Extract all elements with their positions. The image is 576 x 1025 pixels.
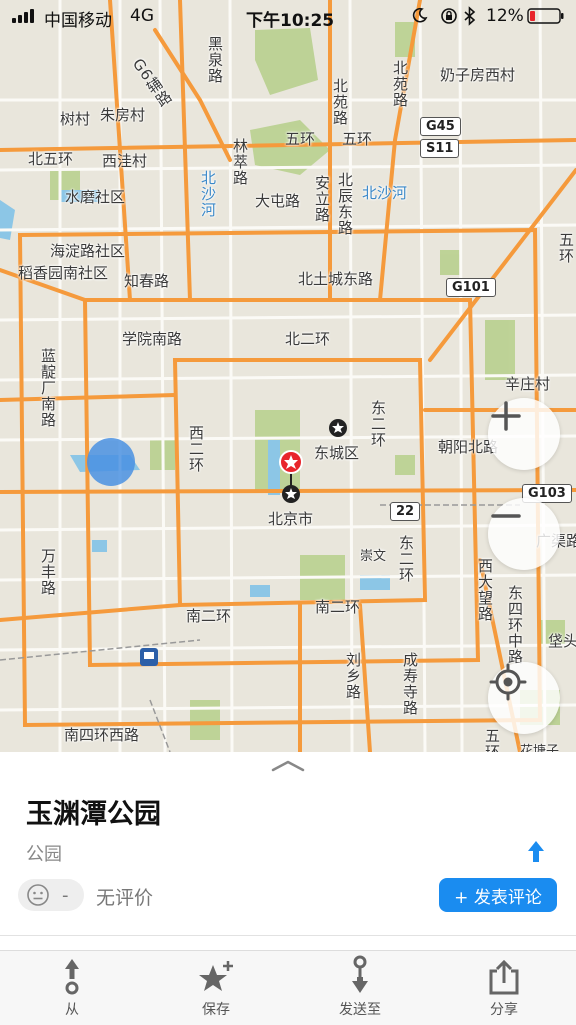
sheet-handle[interactable]	[270, 758, 306, 778]
map-label: 稻香园南社区	[18, 264, 109, 282]
map-label: 东四环中路	[506, 585, 524, 665]
map-label: 知春路	[124, 272, 170, 290]
road-shield: 22	[390, 502, 421, 521]
map-label: 南二环	[315, 598, 361, 616]
map-label: 东城区	[314, 444, 360, 462]
road-shield: S11	[420, 139, 460, 158]
arrow-up-icon	[528, 841, 544, 862]
map-view[interactable]: 黑泉路 奶子房西村 G6辅路 朱房村 树村 北苑路 北苑路 五环 五环 北五环 …	[0, 0, 576, 752]
map-label: 五环	[483, 728, 501, 752]
directions-button[interactable]	[524, 838, 548, 870]
rotation-lock-icon	[440, 7, 458, 30]
map-label: 花塘子	[520, 744, 560, 752]
battery-percent: 12%	[486, 6, 524, 26]
signal-icon	[12, 9, 34, 23]
current-location-dot	[87, 438, 135, 486]
map-label: 成寿寺路	[401, 652, 419, 716]
action-tab-bar: 从 保存 发送至 分享	[0, 950, 576, 1025]
place-sheet: 玉渊潭公园 公园 - 无评价 + 发表评论	[0, 752, 576, 950]
place-category: 公园	[26, 844, 62, 865]
tab-label: 从	[65, 1002, 79, 1018]
road-shield: G45	[420, 117, 461, 136]
map-label: 东二环	[369, 400, 387, 448]
plus-icon	[491, 401, 521, 431]
map-label: 南四环西路	[64, 726, 140, 744]
minus-icon	[491, 514, 521, 518]
locate-me-button[interactable]	[488, 662, 560, 734]
rating-text: 无评价	[96, 887, 154, 909]
map-label: 学院南路	[122, 330, 183, 348]
write-review-button[interactable]: + 发表评论	[439, 878, 557, 912]
map-label: 海淀路社区	[50, 242, 126, 260]
map-label: 蓝靛厂南路	[39, 348, 57, 428]
place-title: 玉渊潭公园	[26, 799, 161, 830]
road-shield: G101	[446, 278, 496, 297]
divider	[0, 935, 576, 936]
tab-from[interactable]: 从	[0, 951, 144, 1025]
map-label: 朱房村	[100, 106, 146, 124]
map-label: 五环	[285, 130, 316, 148]
map-label: 五环	[342, 130, 373, 148]
map-label: 万丰路	[39, 548, 57, 596]
map-label: 大屯路	[255, 192, 301, 210]
map-label: 北土城东路	[298, 270, 374, 288]
network-type: 4G	[130, 6, 154, 26]
map-label: 北沙河	[199, 170, 217, 218]
map-label: 安立路	[313, 175, 331, 223]
tab-label: 保存	[202, 1002, 230, 1018]
map-label: 东二环	[397, 535, 415, 583]
neutral-face-icon	[27, 884, 49, 906]
star-plus-icon	[199, 961, 233, 991]
map-label: 北苑路	[391, 60, 409, 108]
moon-icon	[412, 7, 428, 28]
send-to-pin-icon	[352, 955, 368, 993]
map-label: 北二环	[285, 330, 331, 348]
rating-pill[interactable]: -	[18, 879, 84, 911]
map-label: 西大望路	[476, 558, 494, 622]
carrier-name: 中国移动	[44, 11, 112, 31]
map-label: 北沙河	[362, 184, 408, 202]
map-label: 西二环	[187, 425, 205, 473]
map-label: 北五环	[28, 150, 74, 168]
map-label: 林萃路	[231, 138, 249, 186]
zoom-in-button[interactable]	[488, 398, 560, 470]
map-label: 水磨社区	[65, 188, 126, 206]
map-label: 北苑路	[331, 78, 349, 126]
map-label: 垡头	[548, 632, 576, 650]
map-label: 树村	[60, 110, 91, 128]
from-pin-icon	[65, 959, 79, 995]
map-label: 北京市	[268, 510, 314, 528]
rating-value: -	[62, 884, 69, 906]
map-label: 奶子房西村	[440, 66, 516, 84]
status-bar: 中国移动 4G 下午10:25 12%	[0, 0, 576, 32]
tab-label: 分享	[490, 1002, 518, 1018]
map-label: 黑泉路	[206, 36, 224, 84]
tab-label: 发送至	[339, 1002, 381, 1018]
tab-send-to[interactable]: 发送至	[288, 951, 432, 1025]
crosshair-icon	[489, 663, 527, 701]
clock: 下午10:25	[246, 11, 335, 31]
bluetooth-icon	[464, 6, 476, 31]
share-icon	[489, 959, 519, 995]
battery-icon	[527, 8, 565, 29]
map-label: 辛庄村	[505, 375, 551, 393]
map-label: 刘乡路	[344, 652, 362, 700]
map-label: 北辰东路	[336, 172, 354, 236]
tab-save[interactable]: 保存	[144, 951, 288, 1025]
tab-share[interactable]: 分享	[432, 951, 576, 1025]
chevron-up-icon	[271, 760, 305, 772]
map-label: 西洼村	[102, 152, 148, 170]
map-label: 崇文	[360, 549, 387, 564]
map-label: 南二环	[186, 607, 232, 625]
zoom-out-button[interactable]	[488, 498, 560, 570]
map-label: 五环	[557, 232, 575, 264]
